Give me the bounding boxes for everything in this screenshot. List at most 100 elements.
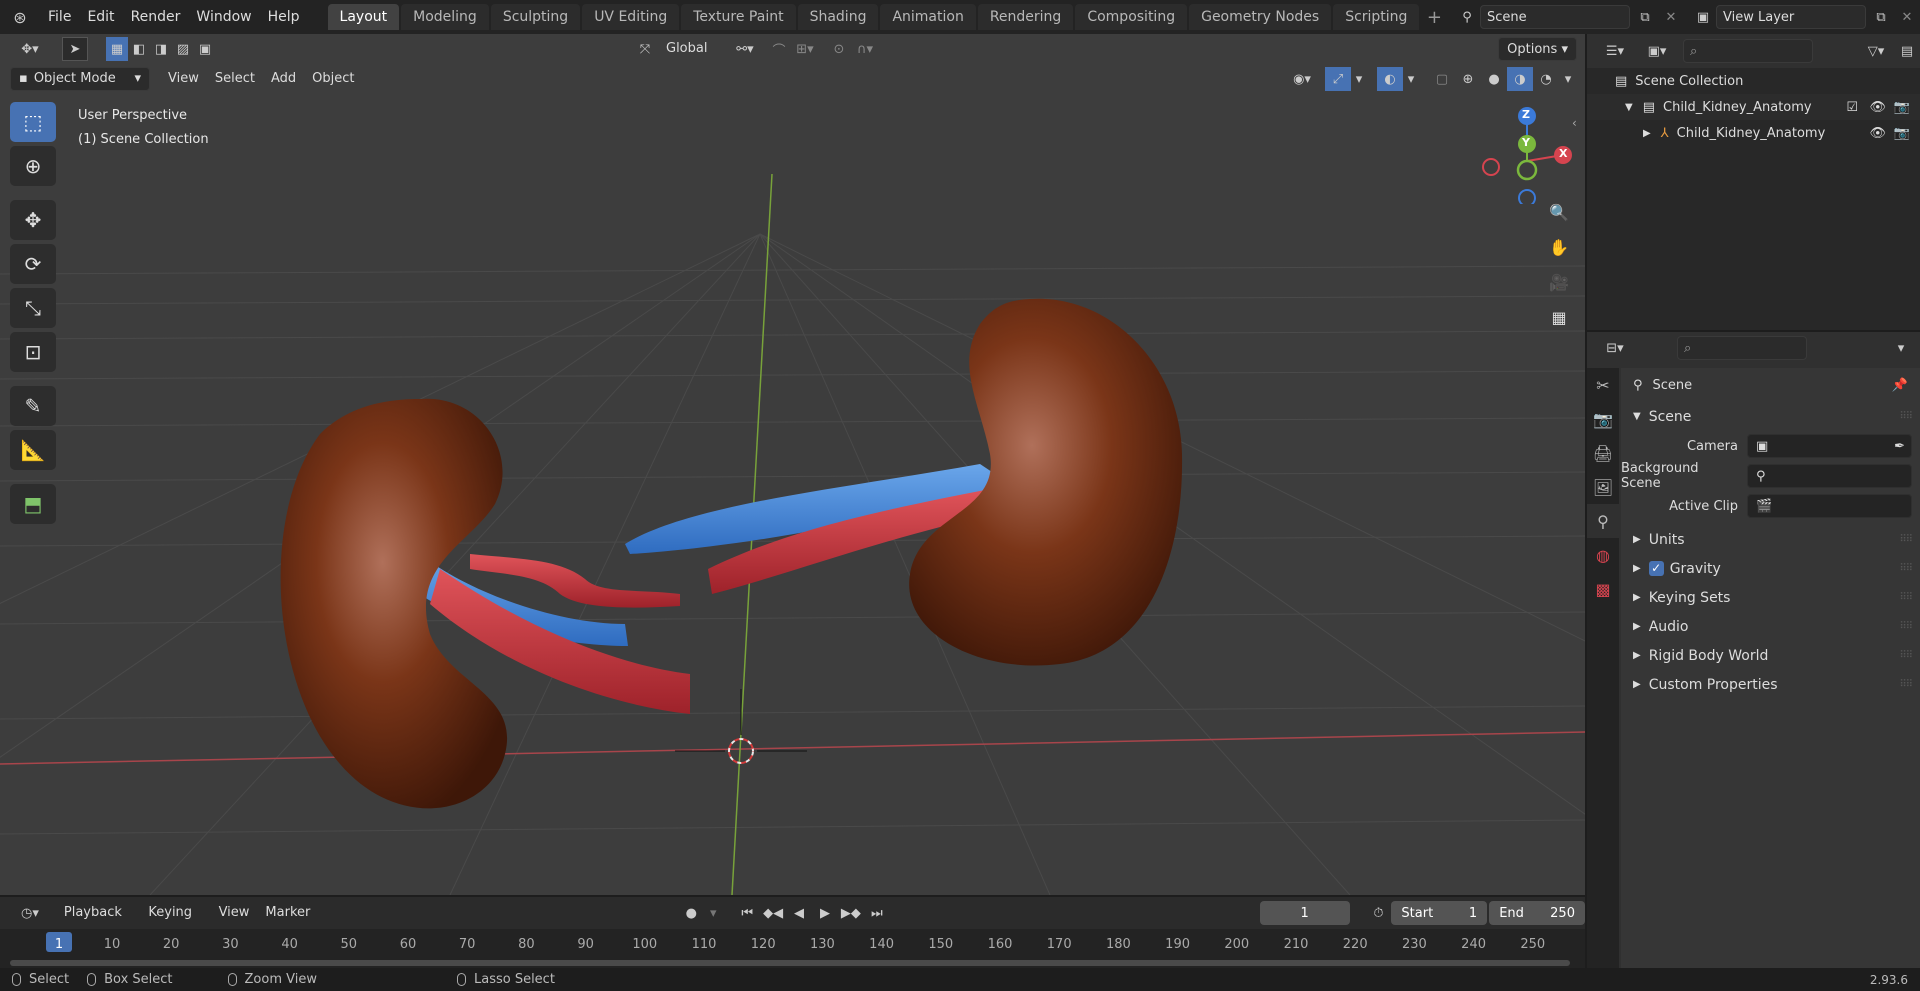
cursor-tool[interactable]: ⊕ — [10, 146, 56, 186]
viewport-menu-view[interactable]: View — [160, 67, 207, 91]
properties-options-icon[interactable]: ▾ — [1888, 336, 1914, 360]
transform-orientation-dropdown[interactable]: Global — [658, 37, 728, 61]
tab-modeling[interactable]: Modeling — [401, 4, 489, 30]
menu-file[interactable]: File — [40, 0, 79, 34]
tab-sculpting[interactable]: Sculpting — [490, 4, 581, 30]
scene-selector[interactable]: Scene — [1480, 5, 1630, 29]
tab-scripting[interactable]: Scripting — [1333, 4, 1420, 30]
timeline-menu-keying[interactable]: Keying ▾ — [140, 901, 210, 944]
tab-animation[interactable]: Animation — [880, 4, 976, 30]
xray-toggle-icon[interactable]: ▢ — [1429, 67, 1455, 91]
select-box-tool[interactable]: ⬚ — [10, 102, 56, 142]
menu-window[interactable]: Window — [188, 0, 259, 34]
filter-icon[interactable]: ▽▾ — [1858, 39, 1894, 63]
play-reverse-icon[interactable]: ◀ — [786, 901, 812, 925]
timeline-scrollbar[interactable] — [10, 960, 1570, 966]
ortho-grid-icon[interactable]: ▦ — [1544, 302, 1574, 332]
3d-cursor[interactable] — [675, 689, 807, 764]
scene-tab-icon[interactable]: ⚲ — [1587, 504, 1619, 538]
record-icon[interactable]: ● — [678, 901, 705, 925]
visibility-eye-icon[interactable]: 👁 — [1869, 100, 1886, 115]
snap-target-icon[interactable]: ⊞▾ — [792, 37, 818, 61]
tab-texture-paint[interactable]: Texture Paint — [681, 4, 796, 30]
end-frame-field[interactable]: End 250 — [1489, 901, 1585, 925]
editor-type-icon[interactable]: ✥▾ — [10, 37, 50, 61]
outliner-row-scene-collection[interactable]: ▤ Scene Collection — [1587, 68, 1920, 94]
audio-panel-header[interactable]: ▶ Audio ⠿⠿ — [1621, 612, 1920, 641]
mode-dropdown[interactable]: ▪ Object Mode ▾ — [10, 67, 150, 91]
shading-dropdown-icon[interactable]: ▾ — [1559, 67, 1577, 91]
scene-icon[interactable]: ⚲ — [1454, 5, 1480, 29]
tab-compositing[interactable]: Compositing — [1075, 4, 1188, 30]
keyframe-type-icon[interactable]: ▾ — [704, 901, 722, 925]
rotate-tool[interactable]: ⟳ — [10, 244, 56, 284]
pan-hand-icon[interactable]: ✋ — [1544, 232, 1574, 262]
new-collection-icon[interactable]: ▤ — [1894, 39, 1920, 63]
move-tool[interactable]: ✥ — [10, 200, 56, 240]
background-scene-field[interactable]: ⚲ — [1747, 464, 1912, 488]
texture-tab-icon[interactable]: ▩ — [1587, 572, 1619, 606]
options-dropdown[interactable]: Options ▾ — [1498, 37, 1577, 61]
proportional-edit-icon[interactable]: ⊙ — [826, 37, 852, 61]
menu-render[interactable]: Render — [123, 0, 189, 34]
solid-shading-icon[interactable]: ● — [1481, 67, 1507, 91]
tab-geometry-nodes[interactable]: Geometry Nodes — [1189, 4, 1332, 30]
world-tab-icon[interactable]: ◍ — [1587, 538, 1619, 572]
active-clip-field[interactable]: 🎬 — [1747, 494, 1912, 518]
material-shading-icon[interactable]: ◑ — [1507, 67, 1533, 91]
axis-gizmo[interactable] — [1475, 104, 1585, 204]
delete-scene-icon[interactable]: ✕ — [1658, 5, 1684, 29]
jump-end-icon[interactable]: ⏭ — [863, 901, 890, 925]
render-camera-icon[interactable]: 📷 — [1894, 100, 1910, 115]
pin-icon[interactable]: 📌 — [1892, 378, 1908, 393]
3d-viewport[interactable]: ✥▾ ➤ ▦ ◧ ◨ ▨ ▣ ⤧ Global ⚯▾ ⌒ ⊞▾ ⊙ ∩▾ Opt… — [0, 34, 1585, 895]
drag-grip-icon[interactable]: ⠿⠿ — [1899, 650, 1913, 661]
collapse-sidebar-icon[interactable]: ‹ — [1572, 116, 1577, 130]
drag-grip-icon[interactable]: ⠿⠿ — [1899, 592, 1913, 603]
timeline-menu-playback[interactable]: Playback ▾ — [56, 901, 140, 944]
output-tab-icon[interactable]: 🖨 — [1587, 436, 1619, 470]
view-layer-tab-icon[interactable]: 🖼 — [1587, 470, 1619, 504]
drag-grip-icon[interactable]: ⠿⠿ — [1899, 621, 1913, 632]
prev-keyframe-icon[interactable]: ◆◀ — [760, 901, 787, 925]
menu-help[interactable]: Help — [260, 0, 308, 34]
units-panel-header[interactable]: ▶ Units ⠿⠿ — [1621, 525, 1920, 554]
select-mode-invert-icon[interactable]: ▨ — [172, 37, 194, 61]
gizmo-dropdown-icon[interactable]: ▾ — [1351, 67, 1367, 91]
tab-layout[interactable]: Layout — [327, 4, 400, 30]
properties-editor-type-icon[interactable]: ⊟▾ — [1597, 336, 1633, 360]
timeline-ruler[interactable]: 1 10 20 30 40 50 60 70 80 90 100 110 120 130 140 150 160… — [0, 929, 1585, 969]
timeline-menu-marker[interactable]: Marker — [257, 901, 318, 925]
keying-sets-panel-header[interactable]: ▶ Keying Sets ⠿⠿ — [1621, 583, 1920, 612]
expand-chevron-icon[interactable]: ▶ — [1643, 128, 1651, 139]
gravity-checkbox[interactable]: ✓ — [1648, 561, 1664, 576]
timeline-menu-view[interactable]: View — [211, 901, 258, 925]
viewport-menu-add[interactable]: Add — [263, 67, 304, 91]
add-workspace-button[interactable]: + — [1421, 5, 1447, 29]
rendered-shading-icon[interactable]: ◔ — [1533, 67, 1559, 91]
annotate-tool[interactable]: ✎ — [10, 386, 56, 426]
measure-tool[interactable]: 📐 — [10, 430, 56, 470]
zoom-icon[interactable]: 🔍 — [1544, 197, 1574, 227]
transform-tool[interactable]: ⊡ — [10, 332, 56, 372]
custom-properties-panel-header[interactable]: ▶ Custom Properties ⠿⠿ — [1621, 670, 1920, 699]
wireframe-shading-icon[interactable]: ⊕ — [1455, 67, 1481, 91]
snap-icon[interactable]: ⌒ — [766, 37, 792, 61]
blender-logo-icon[interactable]: ⊛ — [0, 5, 40, 29]
play-icon[interactable]: ▶ — [812, 901, 838, 925]
drag-grip-icon[interactable]: ⠿⠿ — [1899, 534, 1913, 545]
new-view-layer-icon[interactable]: ⧉ — [1868, 5, 1894, 29]
transform-orientation-icon[interactable]: ⤧ — [632, 37, 658, 61]
eyedropper-icon[interactable]: ✒ — [1894, 439, 1905, 454]
include-checkbox-icon[interactable]: ☑ — [1846, 100, 1858, 115]
active-tool-icon[interactable]: ➤ — [62, 37, 88, 61]
outliner-editor-type-icon[interactable]: ☰▾ — [1597, 39, 1633, 63]
expand-chevron-icon[interactable]: ▼ — [1625, 102, 1633, 113]
viewport-scene[interactable] — [0, 34, 1585, 895]
tab-uv-editing[interactable]: UV Editing — [582, 4, 680, 30]
gravity-panel-header[interactable]: ▶ ✓ Gravity ⠿⠿ — [1621, 554, 1920, 583]
render-camera-icon[interactable]: 📷 — [1894, 126, 1910, 141]
stopwatch-icon[interactable]: ⏱ — [1366, 901, 1392, 925]
display-mode-icon[interactable]: ▣▾ — [1639, 39, 1675, 63]
tab-shading[interactable]: Shading — [797, 4, 879, 30]
